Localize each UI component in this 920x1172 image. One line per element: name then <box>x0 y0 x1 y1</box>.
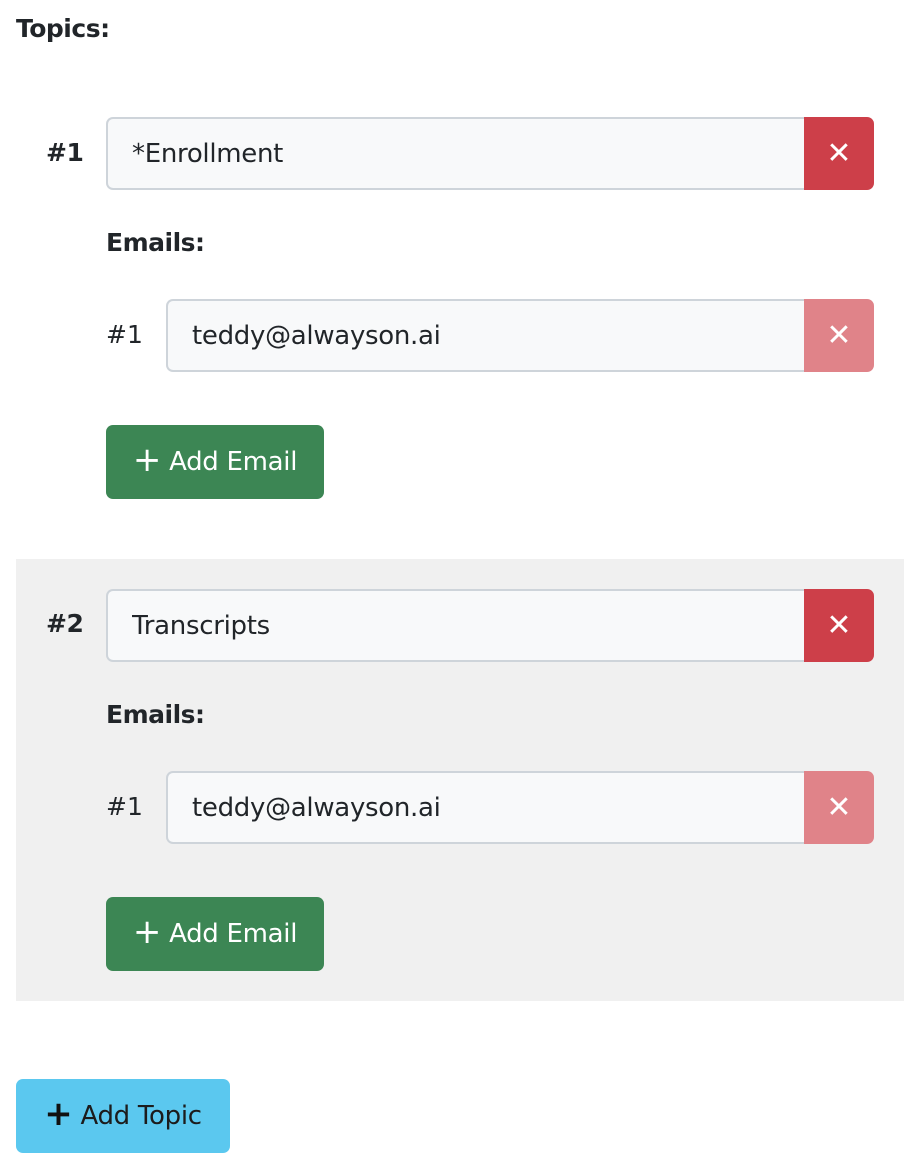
email-input[interactable] <box>166 771 804 844</box>
plus-icon: + <box>44 1094 73 1134</box>
topic-input-group: ✕ <box>106 117 874 190</box>
email-input-group: ✕ <box>166 299 874 372</box>
topics-label: Topics: <box>16 14 110 43</box>
email-input[interactable] <box>166 299 804 372</box>
topic-name-input[interactable] <box>106 589 804 662</box>
topic-card: #1 ✕ Emails: #1 ✕ + Add Email <box>16 88 904 559</box>
remove-email-button[interactable]: ✕ <box>804 771 874 844</box>
topic-index: #2 <box>46 609 84 638</box>
emails-label: Emails: <box>106 700 205 729</box>
add-email-label: Add Email <box>169 447 298 477</box>
topic-card: #2 ✕ Emails: #1 ✕ + Add Email <box>16 559 904 1001</box>
add-topic-label: Add Topic <box>80 1101 202 1131</box>
topic-input-group: ✕ <box>106 589 874 662</box>
topic-index: #1 <box>46 138 84 167</box>
remove-topic-button[interactable]: ✕ <box>804 117 874 190</box>
topic-name-input[interactable] <box>106 117 804 190</box>
remove-email-button[interactable]: ✕ <box>804 299 874 372</box>
add-email-label: Add Email <box>169 919 298 949</box>
close-icon: ✕ <box>826 135 852 171</box>
add-email-button[interactable]: + Add Email <box>106 425 324 499</box>
plus-icon: + <box>132 912 162 952</box>
topics-editor: Topics: #1 ✕ Emails: #1 ✕ + Add Email #2 <box>0 0 920 1172</box>
close-icon: ✕ <box>826 317 852 353</box>
close-icon: ✕ <box>826 789 852 825</box>
add-topic-button[interactable]: + Add Topic <box>16 1079 230 1153</box>
email-index: #1 <box>106 792 143 821</box>
add-email-button[interactable]: + Add Email <box>106 897 324 971</box>
emails-label: Emails: <box>106 228 205 257</box>
close-icon: ✕ <box>826 607 852 643</box>
remove-topic-button[interactable]: ✕ <box>804 589 874 662</box>
plus-icon: + <box>132 440 162 480</box>
email-index: #1 <box>106 320 143 349</box>
email-input-group: ✕ <box>166 771 874 844</box>
